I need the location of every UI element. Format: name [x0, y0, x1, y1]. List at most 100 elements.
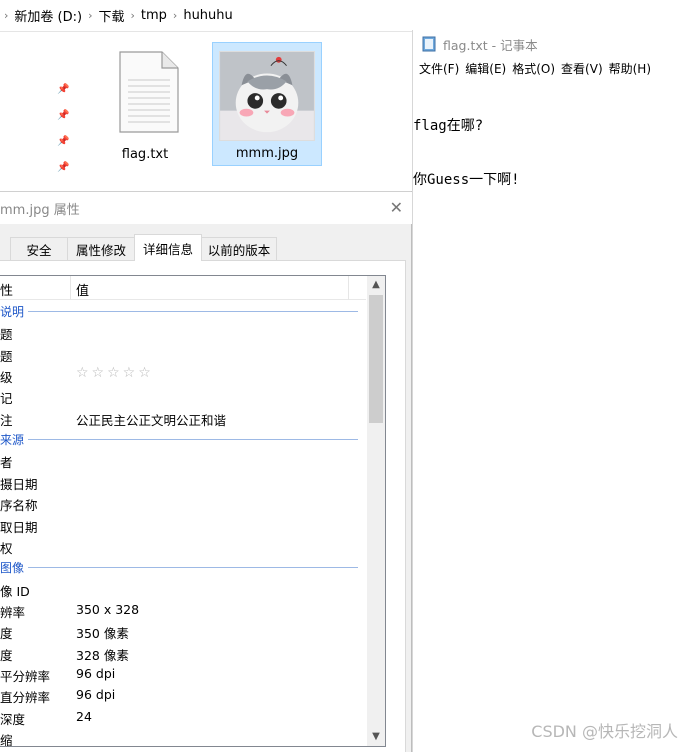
property-name: 度: [0, 648, 13, 663]
property-name: 题: [0, 349, 13, 364]
notepad-title-bar[interactable]: flag.txt - 记事本: [413, 30, 692, 58]
menu-view[interactable]: 查看(V): [555, 60, 603, 80]
property-row[interactable]: 题: [0, 321, 366, 342]
file-name: flag.txt: [121, 147, 169, 162]
pin-icon[interactable]: 📌: [57, 110, 69, 121]
breadcrumb-item-huhuhu[interactable]: huhuhu: [181, 8, 234, 23]
property-value: 350 x 328: [76, 602, 140, 617]
column-divider[interactable]: [348, 276, 349, 300]
property-name: 摄日期: [0, 477, 38, 492]
notepad-icon: [422, 36, 436, 52]
property-name: 题: [0, 327, 13, 342]
menu-edit[interactable]: 编辑(E): [459, 60, 506, 80]
property-value: 公正民主公正文明公正和谐: [76, 413, 227, 428]
property-name: 直分辨率: [0, 690, 51, 705]
group-divider: [0, 439, 358, 440]
pin-icon[interactable]: 📌: [57, 136, 69, 147]
property-row[interactable]: 权: [0, 535, 366, 556]
property-name: 取日期: [0, 520, 38, 535]
scroll-up-icon[interactable]: ▲: [367, 276, 385, 294]
tab-details[interactable]: 详细信息: [134, 234, 202, 261]
group-header[interactable]: 说明: [0, 300, 366, 321]
property-row[interactable]: 缩: [0, 727, 366, 747]
property-name: 度: [0, 626, 13, 641]
vertical-scrollbar[interactable]: ▲ ▼: [367, 276, 385, 746]
property-row[interactable]: 像 ID: [0, 578, 366, 599]
property-row[interactable]: 摄日期: [0, 471, 366, 492]
property-row[interactable]: 度 350 像素: [0, 620, 366, 641]
property-row[interactable]: 者: [0, 449, 366, 470]
property-row[interactable]: 直分辨率 96 dpi: [0, 684, 366, 705]
text-line: 你Guess一下啊!: [413, 172, 520, 188]
details-list[interactable]: 性 值 说明题题级 ☆☆☆☆☆ 记注 公正民主公正文明公正和谐 来源者摄日期 序名称 取日期…: [0, 275, 386, 747]
text-file-icon: [119, 51, 179, 133]
notepad-text-area[interactable]: flag在哪? 你Guess一下啊!: [413, 81, 692, 225]
watermark-text: CSDN @快乐挖洞人: [531, 722, 678, 741]
property-value: 96 dpi: [76, 666, 116, 681]
group-header[interactable]: 来源: [0, 428, 366, 449]
property-name: 者: [0, 455, 13, 470]
tab-attribute-edit[interactable]: 属性修改: [67, 237, 135, 260]
scroll-down-icon[interactable]: ▼: [367, 728, 385, 746]
menu-help[interactable]: 帮助(H): [603, 60, 651, 80]
chevron-right-icon: ›: [172, 9, 178, 22]
group-header[interactable]: 图像: [0, 556, 366, 577]
chevron-right-icon: ›: [130, 9, 135, 22]
property-row[interactable]: 辨率 350 x 328: [0, 599, 366, 620]
property-name: 像 ID: [0, 584, 30, 599]
dialog-title: mm.jpg 属性: [0, 202, 80, 218]
group-divider: [0, 567, 358, 568]
group-divider: [0, 311, 358, 312]
property-row[interactable]: 题: [0, 343, 366, 364]
property-name: 序名称: [0, 498, 38, 513]
address-breadcrumb[interactable]: › 新加卷 (D:) › 下载 › tmp › huhuhu: [0, 0, 412, 32]
pin-icon[interactable]: 📌: [57, 162, 69, 173]
property-row[interactable]: 取日期: [0, 514, 366, 535]
property-row[interactable]: 序名称: [0, 492, 366, 513]
notepad-menu-bar: 文件(F) 编辑(E) 格式(O) 查看(V) 帮助(H): [413, 60, 692, 80]
property-value: 24: [76, 709, 92, 724]
chevron-right-icon: ›: [88, 9, 93, 22]
cat-image-thumbnail: [219, 51, 315, 141]
property-name: 级: [0, 370, 13, 385]
pin-icon[interactable]: 📌: [57, 84, 69, 95]
group-label: 说明: [0, 303, 29, 320]
property-value: 328 像素: [76, 648, 129, 663]
file-item-flag-txt[interactable]: flag.txt: [90, 42, 200, 166]
property-row[interactable]: 记: [0, 385, 366, 406]
property-row[interactable]: 平分辨率 96 dpi: [0, 663, 366, 684]
property-name: 平分辨率: [0, 669, 51, 684]
property-row[interactable]: 度 328 像素: [0, 642, 366, 663]
property-row[interactable]: 注 公正民主公正文明公正和谐: [0, 407, 366, 428]
tab-previous-versions[interactable]: 以前的版本: [201, 237, 277, 260]
tab-security[interactable]: 安全: [10, 237, 68, 260]
menu-file[interactable]: 文件(F): [413, 60, 459, 80]
tab-strip: 安全 属性修改 详细信息 以前的版本: [0, 234, 412, 261]
property-row[interactable]: 深度 24: [0, 706, 366, 727]
column-header-property[interactable]: 性: [0, 280, 13, 299]
property-value: 96 dpi: [76, 687, 116, 702]
column-divider[interactable]: [70, 276, 71, 300]
group-label: 图像: [0, 559, 29, 576]
property-row[interactable]: 级 ☆☆☆☆☆: [0, 364, 366, 385]
chevron-right-icon: ›: [4, 9, 9, 22]
scrollbar-thumb[interactable]: [369, 295, 383, 423]
rating-stars[interactable]: ☆☆☆☆☆: [76, 365, 154, 381]
breadcrumb-item-downloads[interactable]: 下载: [96, 6, 126, 25]
close-icon[interactable]: ✕: [390, 198, 403, 217]
property-name: 记: [0, 391, 13, 406]
dialog-title-bar[interactable]: mm.jpg 属性: [0, 192, 412, 224]
file-name: mmm.jpg: [235, 146, 299, 161]
property-name: 缩: [0, 733, 13, 747]
file-item-mmm-jpg[interactable]: mmm.jpg: [212, 42, 322, 166]
property-value: 350 像素: [76, 626, 129, 641]
properties-dialog: mm.jpg 属性 ✕ 安全 属性修改 详细信息 以前的版本 性 值 说明题题级…: [0, 191, 412, 752]
property-name: 权: [0, 541, 13, 556]
text-line: flag在哪?: [413, 118, 484, 134]
breadcrumb-item-tmp[interactable]: tmp: [139, 8, 169, 23]
breadcrumb-item-drive[interactable]: 新加卷 (D:): [12, 6, 84, 25]
menu-format[interactable]: 格式(O): [506, 60, 555, 80]
column-header-value[interactable]: 值: [76, 280, 89, 299]
property-name: 注: [0, 413, 13, 428]
property-name: 辨率: [0, 605, 26, 620]
